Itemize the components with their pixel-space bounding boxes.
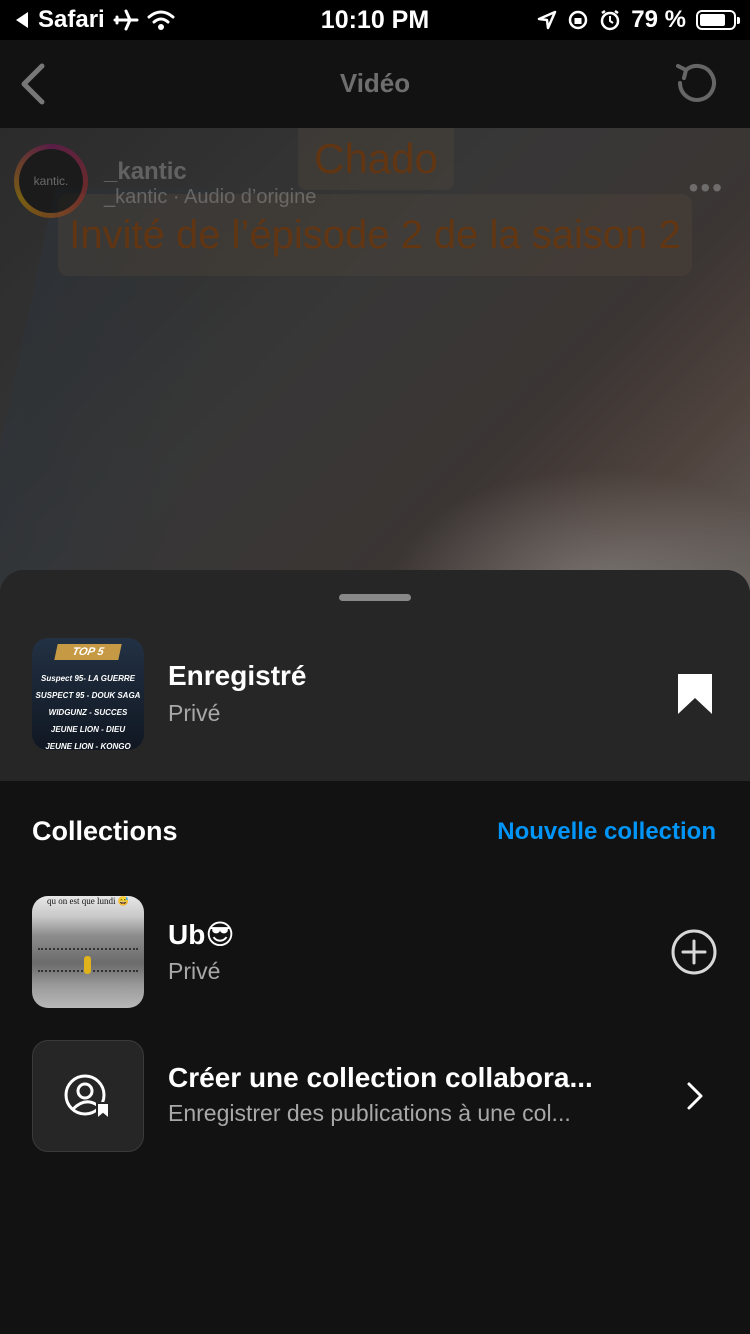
thumbnail-caption: qu on est que lundi 😅: [47, 896, 129, 906]
location-icon: [538, 10, 557, 30]
status-bar: Safari 10:10 PM 79 %: [0, 0, 750, 40]
save-sheet: TOP 5 Suspect 95- LA GUERRE SUSPECT 95 -…: [0, 570, 750, 1334]
collection-title: Ub😎: [168, 919, 235, 950]
saved-title: Enregistré: [168, 660, 307, 691]
collab-title: Créer une collection collabora...: [168, 1062, 593, 1093]
audio-subline[interactable]: _kantic · Audio d’origine: [104, 186, 316, 209]
avatar-text: kantic.: [19, 149, 83, 213]
saved-privacy: Privé: [168, 700, 221, 726]
new-collection-button[interactable]: Nouvelle collection: [497, 818, 716, 846]
collab-thumbnail: [32, 1040, 144, 1152]
more-options-icon[interactable]: •••: [689, 172, 724, 204]
bookmark-filled-icon[interactable]: [676, 672, 714, 716]
saved-row[interactable]: TOP 5 Suspect 95- LA GUERRE SUSPECT 95 -…: [0, 638, 750, 750]
video-caption-top: Chado: [298, 128, 454, 190]
collection-thumbnail: qu on est que lundi 😅: [32, 896, 144, 1008]
page-title: Vidéo: [339, 68, 411, 98]
thumbnail-line: Suspect 95- LA GUERRE: [41, 674, 135, 683]
collections-heading: Collections: [32, 816, 178, 846]
saved-section: TOP 5 Suspect 95- LA GUERRE SUSPECT 95 -…: [0, 570, 750, 781]
nav-header: Vidéo: [0, 40, 750, 128]
collection-row[interactable]: qu on est que lundi 😅 Ub😎 Privé: [0, 896, 750, 1008]
yellow-figure: [84, 956, 91, 974]
thumbnail-line: SUSPECT 95 - DOUK SAGA: [35, 691, 141, 700]
create-collab-collection-row[interactable]: Créer une collection collabora... Enregi…: [0, 1040, 750, 1152]
avatar[interactable]: kantic.: [14, 144, 88, 218]
rotation-lock-icon: [569, 10, 588, 30]
video-caption-main: Invité de l’épisode 2 de la saison 2: [58, 194, 692, 276]
thumbnail-line: WIDGUNZ - SUCCES: [48, 708, 128, 717]
battery-fill: [700, 14, 726, 26]
saved-thumbnail: TOP 5 Suspect 95- LA GUERRE SUSPECT 95 -…: [32, 638, 144, 750]
collaborative-collection-icon: [64, 1074, 110, 1121]
battery-percent: 79 %: [631, 6, 686, 33]
alarm-icon: [601, 9, 620, 31]
thumbnail-line: JEUNE LION - DIEU: [50, 725, 126, 734]
collection-privacy: Privé: [168, 958, 221, 984]
top5-badge: TOP 5: [54, 644, 122, 660]
status-indicators: 79 %: [537, 6, 740, 34]
battery-icon: [696, 10, 740, 30]
plus-circle-icon[interactable]: [670, 928, 718, 976]
sheet-handle[interactable]: [339, 594, 411, 601]
username[interactable]: _kantic: [104, 158, 187, 186]
thumbnail-line: JEUNE LION - KONGO: [45, 742, 131, 750]
chevron-right-icon[interactable]: [684, 1080, 706, 1112]
thumbnail-text-list: Suspect 95- LA GUERRE SUSPECT 95 - DOUK …: [32, 670, 144, 750]
collab-subtitle: Enregistrer des publications à une col..…: [168, 1100, 571, 1126]
refresh-icon[interactable]: [674, 60, 720, 106]
